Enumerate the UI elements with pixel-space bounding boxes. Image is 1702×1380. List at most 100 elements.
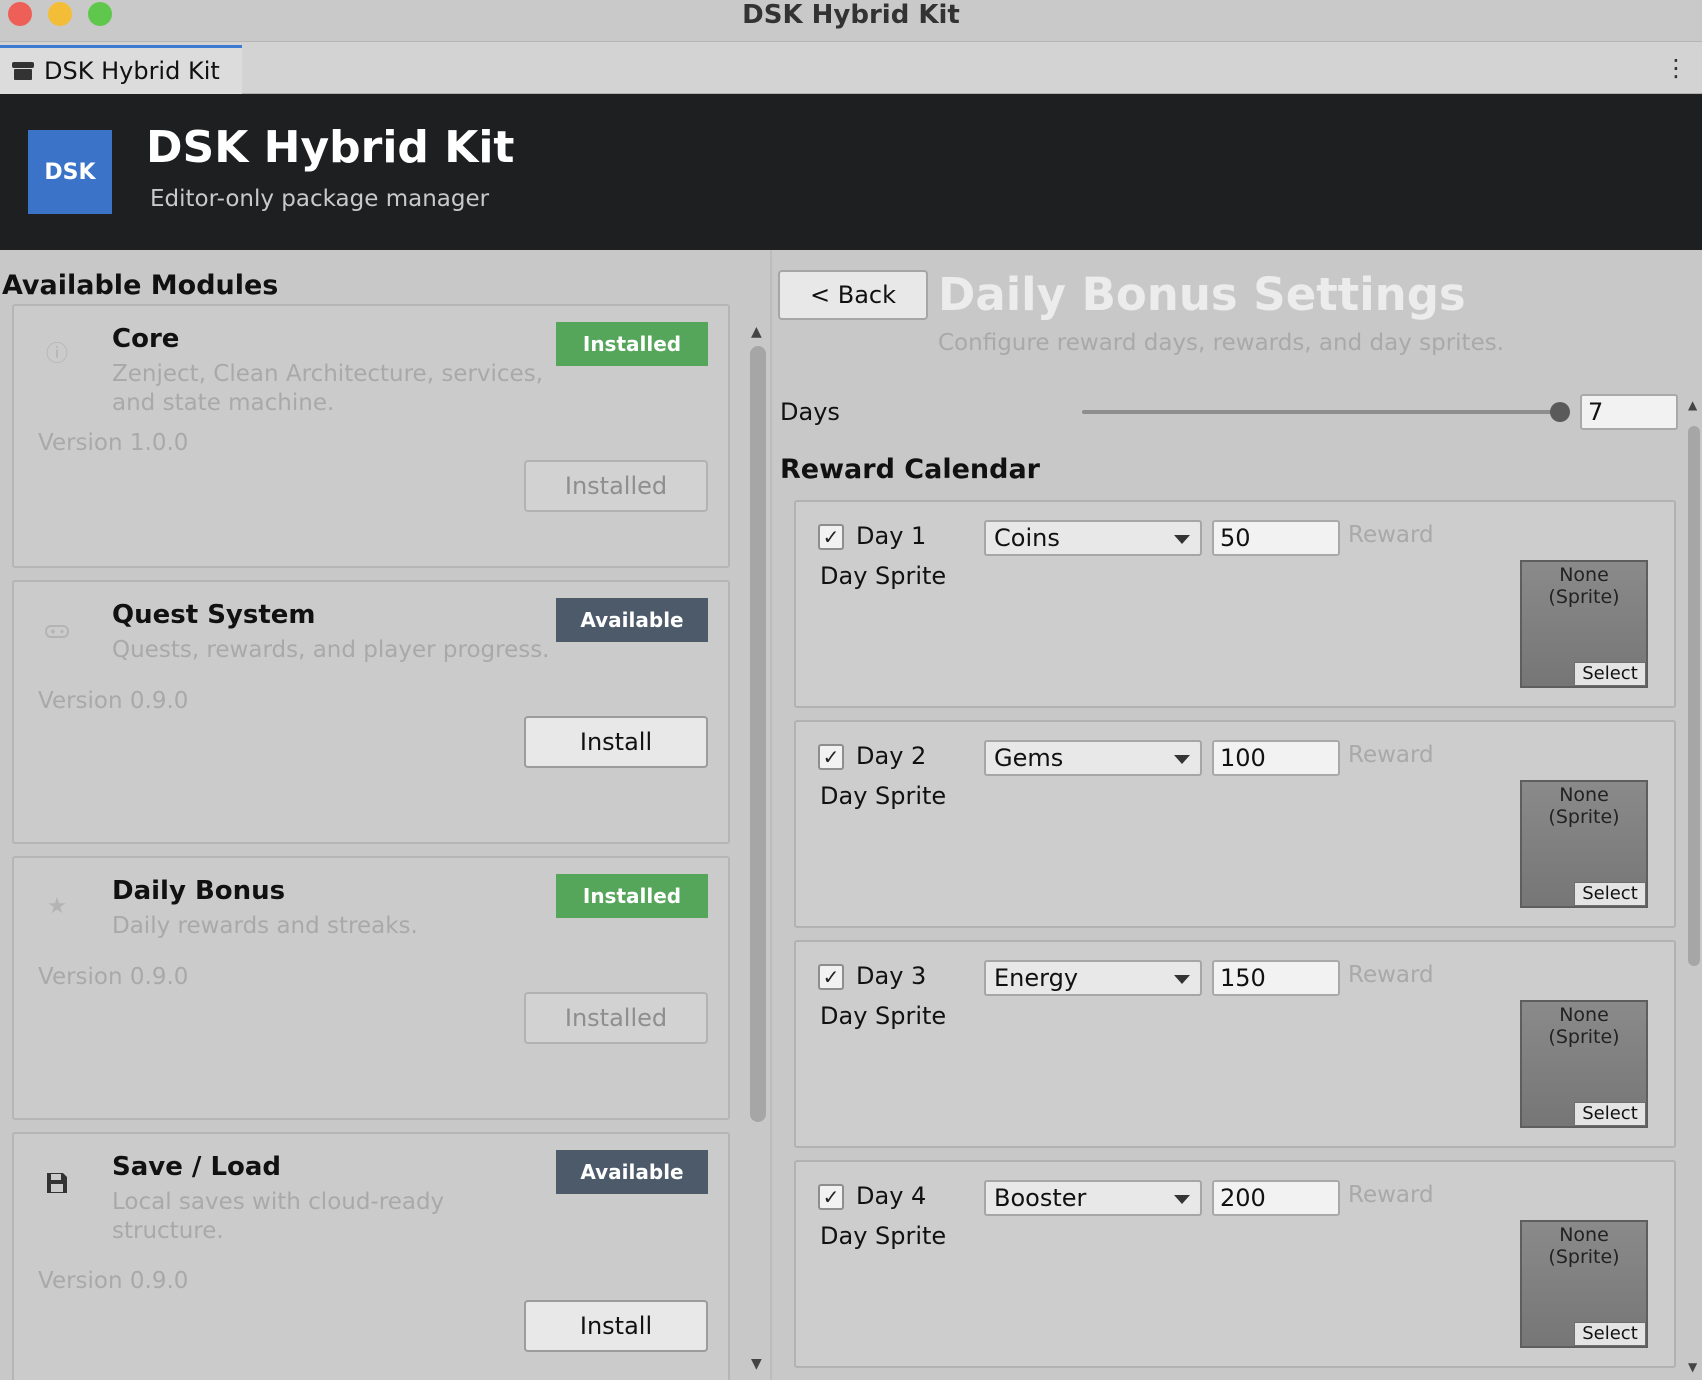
day-enabled-checkbox[interactable]: ✓ xyxy=(818,744,844,770)
reward-label: Reward xyxy=(1348,522,1434,548)
sprite-field[interactable]: None (Sprite) Select xyxy=(1520,1000,1648,1128)
sprite-value: None (Sprite) xyxy=(1548,1004,1620,1048)
tab-dsk-hybrid-kit[interactable]: DSK Hybrid Kit xyxy=(0,45,242,94)
more-vertical-icon[interactable]: ⋮ xyxy=(1664,56,1688,80)
day-card-4: ✓ Day 4 Day Sprite Booster 200 Reward No… xyxy=(794,1160,1676,1368)
modules-panel: Available Modules ⓘ Core Zenject, Clean … xyxy=(0,250,746,1380)
package-icon xyxy=(12,62,34,80)
day-sprite-label: Day Sprite xyxy=(820,562,947,590)
gamepad-icon xyxy=(44,618,70,644)
settings-title: Daily Bonus Settings xyxy=(938,268,1466,321)
chevron-down-icon xyxy=(1174,755,1190,764)
module-name: Quest System xyxy=(112,600,316,630)
module-card-daily-bonus: ★ Daily Bonus Daily rewards and streaks.… xyxy=(12,856,730,1120)
sprite-select-button[interactable]: Select xyxy=(1574,1102,1646,1126)
reward-amount-field[interactable]: 100 xyxy=(1212,740,1340,776)
save-icon xyxy=(44,1170,70,1196)
calendar-title: Reward Calendar xyxy=(780,454,1040,485)
module-version: Version 0.9.0 xyxy=(38,688,189,714)
sprite-field[interactable]: None (Sprite) Select xyxy=(1520,1220,1648,1348)
reward-type-dropdown[interactable]: Gems xyxy=(984,740,1202,776)
settings-subtitle: Configure reward days, rewards, and day … xyxy=(938,330,1505,356)
sprite-value: None (Sprite) xyxy=(1548,1224,1620,1268)
scrollbar-thumb[interactable] xyxy=(750,346,766,1122)
module-name: Save / Load xyxy=(112,1152,282,1182)
reward-amount-field[interactable]: 150 xyxy=(1212,960,1340,996)
day-label: Day 3 xyxy=(856,962,927,990)
module-card-save-load: Save / Load Local saves with cloud-ready… xyxy=(12,1132,730,1380)
install-button[interactable]: Install xyxy=(524,1300,708,1352)
day-enabled-checkbox[interactable]: ✓ xyxy=(818,964,844,990)
modules-scrollbar[interactable]: ▲ ▼ xyxy=(746,316,770,1380)
scroll-up-icon[interactable]: ▲ xyxy=(1688,398,1697,412)
module-description: Local saves with cloud-ready structure. xyxy=(112,1189,445,1244)
status-badge: Available xyxy=(556,598,708,642)
module-version: Version 1.0.0 xyxy=(38,430,189,456)
sprite-value: None (Sprite) xyxy=(1548,784,1620,828)
logo: DSK xyxy=(28,130,112,214)
module-description: Daily rewards and streaks. xyxy=(112,913,418,939)
tab-strip: DSK Hybrid Kit ⋮ xyxy=(0,42,1702,94)
window-titlebar: DSK Hybrid Kit xyxy=(0,0,1702,42)
days-slider[interactable] xyxy=(1082,410,1560,414)
day-enabled-checkbox[interactable]: ✓ xyxy=(818,524,844,550)
app-title: DSK Hybrid Kit xyxy=(146,122,515,173)
star-icon: ★ xyxy=(47,894,67,919)
scroll-down-icon[interactable]: ▼ xyxy=(751,1356,762,1372)
module-name: Core xyxy=(112,324,180,354)
module-name: Daily Bonus xyxy=(112,876,286,906)
reward-type-value: Booster xyxy=(994,1184,1087,1212)
sprite-field[interactable]: None (Sprite) Select xyxy=(1520,780,1648,908)
reward-amount-field[interactable]: 50 xyxy=(1212,520,1340,556)
status-badge: Installed xyxy=(556,322,708,366)
sprite-select-button[interactable]: Select xyxy=(1574,1322,1646,1346)
install-button[interactable]: Install xyxy=(524,716,708,768)
day-card-1: ✓ Day 1 Day Sprite Coins 50 Reward None … xyxy=(794,500,1676,708)
reward-type-dropdown[interactable]: Coins xyxy=(984,520,1202,556)
day-label: Day 4 xyxy=(856,1182,927,1210)
scrollbar-thumb[interactable] xyxy=(1688,426,1700,966)
status-badge: Available xyxy=(556,1150,708,1194)
reward-type-value: Coins xyxy=(994,524,1060,552)
day-enabled-checkbox[interactable]: ✓ xyxy=(818,1184,844,1210)
app-header: DSK DSK Hybrid Kit Editor-only package m… xyxy=(0,94,1702,250)
sprite-select-button[interactable]: Select xyxy=(1574,882,1646,906)
module-card-core: ⓘ Core Zenject, Clean Architecture, serv… xyxy=(12,304,730,568)
sprite-value: None (Sprite) xyxy=(1548,564,1620,608)
app-subtitle: Editor-only package manager xyxy=(150,186,490,212)
days-field[interactable]: 7 xyxy=(1580,394,1678,430)
reward-type-dropdown[interactable]: Booster xyxy=(984,1180,1202,1216)
day-sprite-label: Day Sprite xyxy=(820,1002,947,1030)
tab-label: DSK Hybrid Kit xyxy=(44,57,220,85)
window-title: DSK Hybrid Kit xyxy=(742,0,960,30)
chevron-down-icon xyxy=(1174,535,1190,544)
status-badge: Installed xyxy=(556,874,708,918)
modules-title: Available Modules xyxy=(2,270,279,301)
settings-panel: < Back Daily Bonus Settings Configure re… xyxy=(772,250,1702,1380)
back-button[interactable]: < Back xyxy=(778,270,928,320)
sprite-field[interactable]: None (Sprite) Select xyxy=(1520,560,1648,688)
module-version: Version 0.9.0 xyxy=(38,964,189,990)
reward-amount-field[interactable]: 200 xyxy=(1212,1180,1340,1216)
chevron-down-icon xyxy=(1174,975,1190,984)
days-slider-handle[interactable] xyxy=(1550,402,1570,422)
day-label: Day 1 xyxy=(856,522,927,550)
sprite-select-button[interactable]: Select xyxy=(1574,662,1646,686)
chevron-down-icon xyxy=(1174,1195,1190,1204)
installed-button: Installed xyxy=(524,992,708,1044)
reward-type-dropdown[interactable]: Energy xyxy=(984,960,1202,996)
days-label: Days xyxy=(780,398,840,426)
reward-label: Reward xyxy=(1348,742,1434,768)
settings-scrollbar[interactable]: ▲ ▼ xyxy=(1686,390,1702,1380)
reward-label: Reward xyxy=(1348,962,1434,988)
day-sprite-label: Day Sprite xyxy=(820,782,947,810)
day-label: Day 2 xyxy=(856,742,927,770)
reward-type-value: Gems xyxy=(994,744,1064,772)
reward-label: Reward xyxy=(1348,1182,1434,1208)
scroll-down-icon[interactable]: ▼ xyxy=(1688,1360,1697,1374)
day-sprite-label: Day Sprite xyxy=(820,1222,947,1250)
scroll-up-icon[interactable]: ▲ xyxy=(751,324,762,340)
installed-button: Installed xyxy=(524,460,708,512)
module-description: Zenject, Clean Architecture, services, a… xyxy=(112,361,544,416)
reward-type-value: Energy xyxy=(994,964,1079,992)
